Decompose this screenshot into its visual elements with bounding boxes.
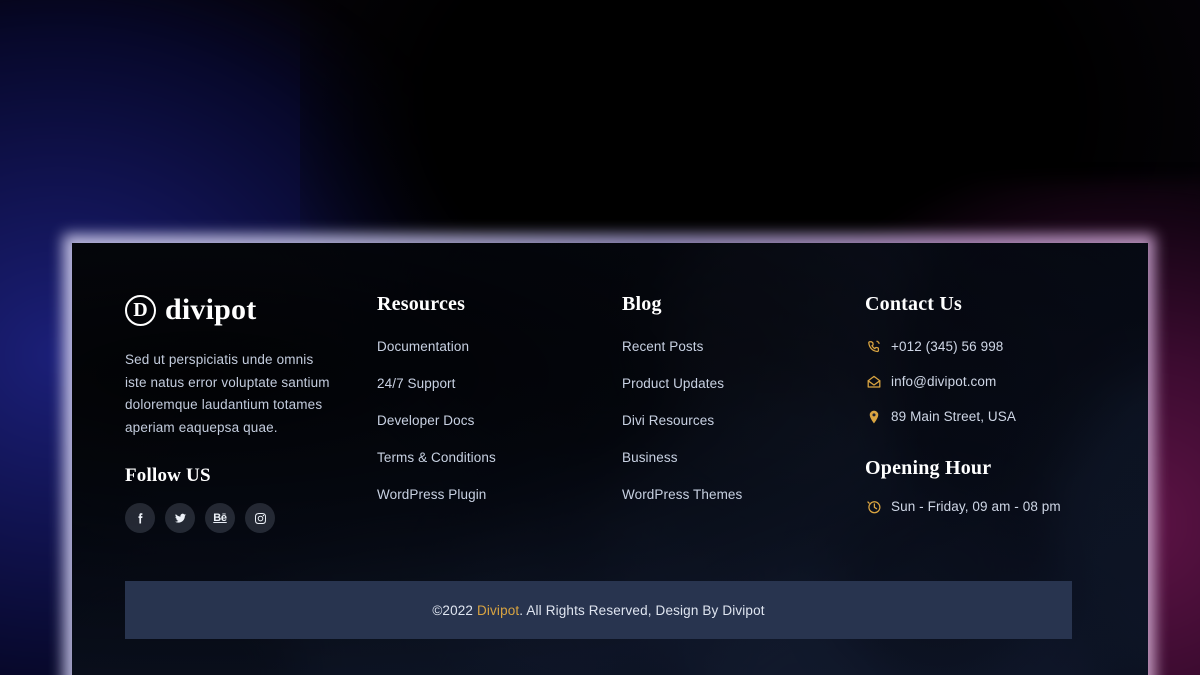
social-link-behance[interactable]: Bē bbox=[205, 503, 235, 533]
footer-panel: D divipot Sed ut perspiciatis unde omnis… bbox=[72, 243, 1148, 675]
list-item: Developer Docs bbox=[377, 412, 622, 430]
copyright-prefix: ©2022 bbox=[432, 602, 477, 618]
social-link-twitter[interactable] bbox=[165, 503, 195, 533]
blog-link-list: Recent Posts Product Updates Divi Resour… bbox=[622, 338, 865, 504]
contact-email-text: info@divipot.com bbox=[891, 374, 997, 389]
blog-link-product-updates[interactable]: Product Updates bbox=[622, 376, 724, 391]
resources-link-documentation[interactable]: Documentation bbox=[377, 339, 469, 354]
list-item: Divi Resources bbox=[622, 412, 865, 430]
contact-address[interactable]: 89 Main Street, USA bbox=[865, 408, 1115, 425]
brand-logo[interactable]: D divipot bbox=[125, 293, 377, 327]
copyright-suffix: . All Rights Reserved, Design By Divipot bbox=[519, 602, 765, 618]
footer-panel-wrapper: D divipot Sed ut perspiciatis unde omnis… bbox=[63, 234, 1155, 675]
brand-description: Sed ut perspiciatis unde omnis iste natu… bbox=[125, 352, 330, 435]
copyright-brand-link[interactable]: Divipot bbox=[477, 603, 519, 618]
social-links: Bē bbox=[125, 503, 377, 533]
footer-columns: D divipot Sed ut perspiciatis unde omnis… bbox=[125, 293, 1115, 533]
resources-link-developer-docs[interactable]: Developer Docs bbox=[377, 413, 474, 428]
clock-icon bbox=[865, 498, 882, 515]
phone-icon bbox=[865, 338, 882, 355]
blog-link-divi-resources[interactable]: Divi Resources bbox=[622, 413, 714, 428]
list-item: Documentation bbox=[377, 338, 622, 356]
list-item: Terms & Conditions bbox=[377, 449, 622, 467]
blog-link-recent-posts[interactable]: Recent Posts bbox=[622, 339, 704, 354]
opening-hour-row: Sun - Friday, 09 am - 08 pm bbox=[865, 498, 1115, 515]
footer-column-contact: Contact Us +012 (345) 56 998 info@divipo… bbox=[865, 293, 1115, 533]
social-link-facebook[interactable] bbox=[125, 503, 155, 533]
envelope-icon bbox=[865, 373, 882, 390]
blog-title: Blog bbox=[622, 293, 662, 315]
location-pin-icon bbox=[865, 408, 882, 425]
twitter-icon bbox=[174, 513, 186, 523]
footer-column-resources: Resources Documentation 24/7 Support Dev… bbox=[377, 293, 622, 533]
resources-link-terms[interactable]: Terms & Conditions bbox=[377, 450, 496, 465]
contact-title: Contact Us bbox=[865, 293, 962, 315]
logo-mark-icon: D bbox=[125, 294, 156, 326]
behance-icon: Bē bbox=[213, 512, 227, 524]
opening-hour-text: Sun - Friday, 09 am - 08 pm bbox=[891, 499, 1061, 514]
copyright-bar: ©2022 Divipot. All Rights Reserved, Desi… bbox=[125, 581, 1072, 639]
list-item: Recent Posts bbox=[622, 338, 865, 356]
follow-us-title: Follow US bbox=[125, 465, 211, 486]
contact-email[interactable]: info@divipot.com bbox=[865, 373, 1115, 390]
resources-link-list: Documentation 24/7 Support Developer Doc… bbox=[377, 338, 622, 504]
blog-link-business[interactable]: Business bbox=[622, 450, 678, 465]
blog-link-wordpress-themes[interactable]: WordPress Themes bbox=[622, 487, 742, 502]
footer-column-brand: D divipot Sed ut perspiciatis unde omnis… bbox=[125, 293, 377, 533]
list-item: Business bbox=[622, 449, 865, 467]
list-item: WordPress Plugin bbox=[377, 486, 622, 504]
resources-title: Resources bbox=[377, 293, 466, 315]
instagram-icon bbox=[254, 512, 266, 524]
list-item: WordPress Themes bbox=[622, 486, 865, 504]
copyright-text: ©2022 Divipot. All Rights Reserved, Desi… bbox=[432, 603, 764, 618]
facebook-icon bbox=[138, 512, 142, 523]
resources-link-wordpress-plugin[interactable]: WordPress Plugin bbox=[377, 487, 486, 502]
contact-address-text: 89 Main Street, USA bbox=[891, 409, 1016, 424]
resources-link-support[interactable]: 24/7 Support bbox=[377, 376, 456, 391]
list-item: Product Updates bbox=[622, 375, 865, 393]
page-backdrop: D divipot Sed ut perspiciatis unde omnis… bbox=[0, 0, 1200, 675]
list-item: 24/7 Support bbox=[377, 375, 622, 393]
contact-phone-text: +012 (345) 56 998 bbox=[891, 339, 1004, 354]
social-link-instagram[interactable] bbox=[245, 503, 275, 533]
footer-column-blog: Blog Recent Posts Product Updates Divi R… bbox=[622, 293, 865, 533]
footer-content: D divipot Sed ut perspiciatis unde omnis… bbox=[72, 243, 1148, 675]
opening-hour-title: Opening Hour bbox=[865, 457, 992, 479]
contact-phone[interactable]: +012 (345) 56 998 bbox=[865, 338, 1115, 355]
logo-wordmark: divipot bbox=[165, 293, 257, 326]
